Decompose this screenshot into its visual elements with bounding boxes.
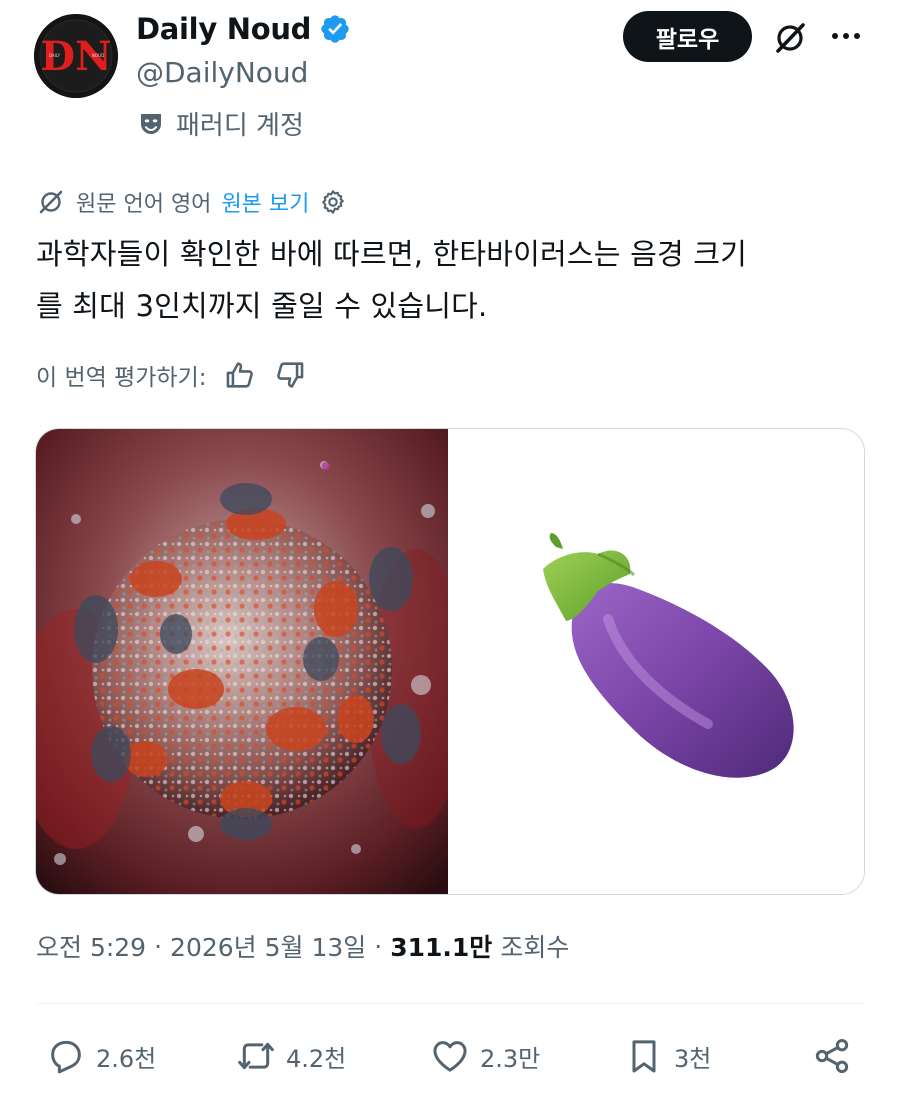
author-handle[interactable]: @DailyNoud [136,56,308,89]
reply-icon [51,1040,81,1074]
tweet-text-line: 를 최대 3인치까지 줄일 수 있습니다. [36,289,488,323]
rate-translation-label: 이 번역 평가하기: [36,365,207,391]
eggplant-image[interactable] [448,429,864,894]
eggplant-emoji-icon [543,533,794,778]
tweet-meta: 오전 5:29 · 2026년 5월 13일 · 311.1만 조회수 [36,928,569,964]
divider [36,1003,864,1004]
show-original-link[interactable]: 원본 보기 [221,186,309,218]
more-options-icon[interactable] [826,20,866,52]
verified-badge-icon [321,15,349,43]
reply-count: 2.6천 [96,1044,157,1073]
grok-translate-icon [39,190,63,214]
bookmark-button[interactable]: 3천 [624,1028,711,1084]
views-label: 조회수 [500,933,570,962]
tweet-time[interactable]: 오전 5:29 [36,928,146,964]
rate-translation: 이 번역 평가하기: [36,358,307,392]
repost-button[interactable]: 4.2천 [236,1028,346,1084]
meta-separator: · [154,931,163,961]
parody-label-text: 패러디 계정 [176,111,304,141]
grok-icon[interactable] [770,18,810,58]
thumbs-down-icon[interactable] [273,358,307,392]
tweet-media[interactable] [35,428,865,895]
views-count[interactable]: 311.1만 [390,928,492,964]
thumbs-up-icon[interactable] [223,358,257,392]
avatar-logo: DN DAILY NOUD [34,14,118,98]
author-display-name[interactable]: Daily Noud [136,12,311,46]
share-icon [815,1039,849,1073]
like-count: 2.3만 [480,1044,541,1073]
like-button[interactable]: 2.3만 [430,1028,540,1084]
hantavirus-image[interactable] [36,429,448,894]
repost-count: 4.2천 [286,1044,347,1073]
reply-button[interactable]: 2.6천 [46,1028,156,1084]
share-button[interactable] [812,1028,852,1084]
source-language: 원문 언어 영어 [76,192,212,217]
svg-text:NOUD: NOUD [92,53,104,58]
translation-info: 원문 언어 영어 원본 보기 [36,186,347,218]
author-name-row[interactable]: Daily Noud [136,12,351,46]
follow-button[interactable]: 팔로우 [623,11,752,62]
theater-mask-icon [141,113,161,134]
parody-account-label: 패러디 계정 [136,105,304,142]
bookmark-count: 3천 [674,1044,712,1073]
tweet-detail: DN DAILY NOUD Daily Noud @DailyNoud 패러디 … [0,0,900,1093]
action-bar: 2.6천 4.2천 2.3만 3천 [40,1028,865,1084]
tweet-date[interactable]: 2026년 5월 13일 [170,928,366,964]
svg-text:DAILY: DAILY [49,53,61,58]
heart-icon [433,1041,467,1072]
tweet-text-line: 과학자들이 확인한 바에 따르면, 한타바이러스는 음경 크기 [36,237,748,271]
bookmark-icon [632,1040,656,1073]
repost-icon [238,1042,274,1070]
virus-illustration [36,429,448,894]
gear-icon[interactable] [319,188,347,216]
tweet-text: 과학자들이 확인한 바에 따르면, 한타바이러스는 음경 크기 를 최대 3인치… [36,228,866,332]
avatar[interactable]: DN DAILY NOUD [34,14,118,98]
meta-separator: · [374,931,383,961]
